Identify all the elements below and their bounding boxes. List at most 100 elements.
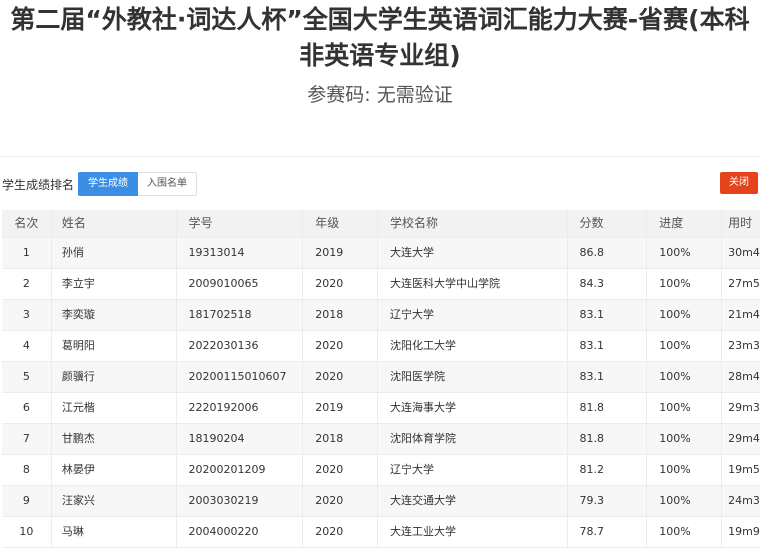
school-cell: 大连海事大学 bbox=[378, 393, 568, 423]
rank-cell: 3 bbox=[2, 300, 52, 330]
school-cell: 大连工业大学 bbox=[378, 517, 568, 547]
column-header-score[interactable]: 分数 bbox=[568, 210, 648, 237]
school-cell: 大连交通大学 bbox=[378, 486, 568, 516]
grade-cell: 2020 bbox=[303, 517, 379, 547]
progress-cell: 100% bbox=[647, 362, 723, 392]
table-row: 5 颜骥行 20200115010607 2020 沈阳医学院 83.1 100% 28m4 bbox=[2, 362, 760, 393]
table-row: 4 葛明阳 2022030136 2020 沈阳化工大学 83.1 100% 23m3 bbox=[2, 331, 760, 362]
progress-cell: 100% bbox=[647, 331, 723, 361]
table-body: 1 孙俏 19313014 2019 大连大学 86.8 100% 30m4 2 李立宇 20090… bbox=[2, 238, 760, 548]
ranking-section-label: 学生成绩排名 bbox=[2, 178, 75, 192]
time-cell: 30m4 bbox=[728, 246, 760, 259]
rank-cell: 2 bbox=[2, 269, 52, 299]
table-row: 6 江元楷 2220192006 2019 大连海事大学 81.8 100% 29m3 bbox=[2, 393, 760, 424]
student-id-cell: 2220192006 bbox=[177, 393, 304, 423]
table-row: 8 林晏伊 20200201209 2020 辽宁大学 81.2 100% 19m5 bbox=[2, 455, 760, 486]
grade-cell: 2020 bbox=[303, 269, 379, 299]
score-cell: 83.1 bbox=[568, 331, 648, 361]
grade-cell: 2019 bbox=[303, 238, 379, 268]
time-cell: 24m3 bbox=[728, 494, 760, 507]
progress-cell: 100% bbox=[647, 393, 723, 423]
progress-cell: 100% bbox=[647, 486, 723, 516]
student-name-cell: 甘鹏杰 bbox=[52, 424, 177, 454]
school-cell: 辽宁大学 bbox=[378, 300, 568, 330]
student-id-cell: 19313014 bbox=[177, 238, 304, 268]
student-name-cell: 葛明阳 bbox=[52, 331, 177, 361]
score-cell: 81.2 bbox=[568, 455, 648, 485]
student-id-cell: 2022030136 bbox=[177, 331, 304, 361]
school-cell: 辽宁大学 bbox=[378, 455, 568, 485]
school-cell: 大连医科大学中山学院 bbox=[378, 269, 568, 299]
student-name-cell: 林晏伊 bbox=[52, 455, 177, 485]
student-name-cell: 颜骥行 bbox=[52, 362, 177, 392]
grade-cell: 2020 bbox=[303, 455, 379, 485]
grade-cell: 2018 bbox=[303, 300, 379, 330]
school-cell: 沈阳医学院 bbox=[378, 362, 568, 392]
score-cell: 81.8 bbox=[568, 393, 648, 423]
code-label: 参赛码: bbox=[307, 84, 371, 106]
ranking-table: 名次 姓名 学号 年级 学校名称 分数 进度 用时 1 孙俏 19313014 201… bbox=[2, 210, 760, 548]
table-row: 3 李奕璇 181702518 2018 辽宁大学 83.1 100% 21m4 bbox=[2, 300, 760, 331]
score-cell: 86.8 bbox=[568, 238, 648, 268]
progress-cell: 100% bbox=[647, 455, 723, 485]
divider bbox=[0, 156, 760, 157]
time-cell: 28m4 bbox=[728, 370, 760, 383]
progress-cell: 100% bbox=[647, 517, 723, 547]
grade-cell: 2018 bbox=[303, 424, 379, 454]
student-id-cell: 181702518 bbox=[177, 300, 304, 330]
column-header-name[interactable]: 姓名 bbox=[52, 210, 177, 237]
student-id-cell: 2004000220 bbox=[177, 517, 304, 547]
tab-finalist-list[interactable]: 入围名单 bbox=[138, 172, 197, 196]
table-row: 7 甘鹏杰 18190204 2018 沈阳体育学院 81.8 100% 29m4 bbox=[2, 424, 760, 455]
table-row: 9 汪家兴 2003030219 2020 大连交通大学 79.3 100% 24m3 bbox=[2, 486, 760, 517]
time-cell: 21m4 bbox=[728, 308, 760, 321]
column-header-progress[interactable]: 进度 bbox=[647, 210, 723, 237]
time-cell: 27m5 bbox=[728, 277, 760, 290]
rank-cell: 5 bbox=[2, 362, 52, 392]
table-row: 1 孙俏 19313014 2019 大连大学 86.8 100% 30m4 bbox=[2, 238, 760, 269]
student-id-cell: 2003030219 bbox=[177, 486, 304, 516]
grade-cell: 2019 bbox=[303, 393, 379, 423]
table-header-row: 名次 姓名 学号 年级 学校名称 分数 进度 用时 bbox=[2, 210, 760, 238]
score-cell: 83.1 bbox=[568, 300, 648, 330]
score-cell: 84.3 bbox=[568, 269, 648, 299]
school-cell: 大连大学 bbox=[378, 238, 568, 268]
rank-cell: 10 bbox=[2, 517, 52, 547]
rank-cell: 7 bbox=[2, 424, 52, 454]
student-name-cell: 孙俏 bbox=[52, 238, 177, 268]
view-tabs: 学生成绩 入围名单 bbox=[78, 172, 197, 196]
rank-cell: 4 bbox=[2, 331, 52, 361]
close-button[interactable]: 关闭 bbox=[720, 172, 758, 194]
time-cell: 19m5 bbox=[728, 463, 760, 476]
grade-cell: 2020 bbox=[303, 486, 379, 516]
table-row: 2 李立宇 2009010065 2020 大连医科大学中山学院 84.3 100% 27m5 bbox=[2, 269, 760, 300]
student-id-cell: 20200115010607 bbox=[177, 362, 304, 392]
column-header-student-id[interactable]: 学号 bbox=[177, 210, 304, 237]
student-id-cell: 20200201209 bbox=[177, 455, 304, 485]
school-cell: 沈阳化工大学 bbox=[378, 331, 568, 361]
progress-cell: 100% bbox=[647, 238, 723, 268]
score-cell: 78.7 bbox=[568, 517, 648, 547]
tab-student-scores[interactable]: 学生成绩 bbox=[78, 172, 138, 196]
student-id-cell: 2009010065 bbox=[177, 269, 304, 299]
student-name-cell: 汪家兴 bbox=[52, 486, 177, 516]
competition-title: 第二届“外教社·词达人杯”全国大学生英语词汇能力大赛-省赛(本科非英语专业组) bbox=[10, 5, 750, 70]
column-header-school[interactable]: 学校名称 bbox=[378, 210, 568, 237]
column-header-time[interactable]: 用时 bbox=[722, 210, 760, 237]
time-cell: 19m9 bbox=[728, 525, 760, 538]
rank-cell: 8 bbox=[2, 455, 52, 485]
rank-cell: 6 bbox=[2, 393, 52, 423]
time-cell: 29m4 bbox=[728, 432, 760, 445]
student-name-cell: 李奕璇 bbox=[52, 300, 177, 330]
score-cell: 79.3 bbox=[568, 486, 648, 516]
time-cell: 29m3 bbox=[728, 401, 760, 414]
time-cell: 23m3 bbox=[728, 339, 760, 352]
code-value: 无需验证 bbox=[376, 84, 453, 106]
column-header-grade[interactable]: 年级 bbox=[303, 210, 379, 237]
participation-code: 参赛码: 无需验证 bbox=[0, 82, 760, 108]
student-name-cell: 李立宇 bbox=[52, 269, 177, 299]
student-id-cell: 18190204 bbox=[177, 424, 304, 454]
rank-cell: 1 bbox=[2, 238, 52, 268]
column-header-rank[interactable]: 名次 bbox=[2, 210, 52, 237]
student-name-cell: 江元楷 bbox=[52, 393, 177, 423]
